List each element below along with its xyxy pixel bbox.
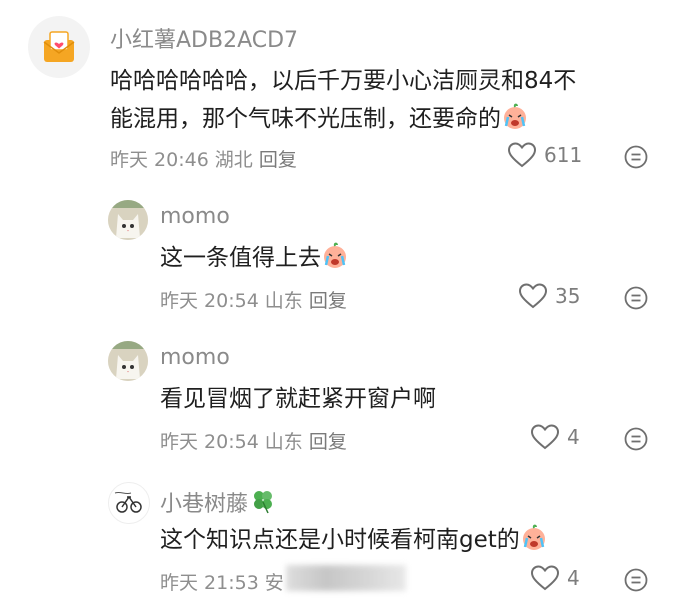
emoji-reaction-icon[interactable] (624, 568, 648, 592)
crying-emoji-icon (504, 103, 526, 129)
reply-button[interactable]: 回复 (259, 149, 297, 171)
like-button[interactable]: 4 (531, 565, 580, 591)
watermark-blur (286, 565, 406, 591)
like-button[interactable]: 35 (519, 283, 580, 309)
avatar[interactable] (108, 200, 148, 240)
clover-icon (254, 491, 273, 514)
like-count: 4 (567, 425, 580, 449)
sketch-avatar-icon (110, 484, 148, 522)
timestamp: 昨天 20:46 (110, 149, 209, 171)
comment-text-line-with-emoji: 能混用，那个气味不光压制，还要命的 (110, 100, 670, 138)
cat-avatar-icon (108, 341, 148, 381)
comment-text-line: 能混用，那个气味不光压制，还要命的 (110, 106, 501, 132)
like-count: 4 (567, 566, 580, 590)
heart-icon (519, 283, 547, 309)
location: 山东 (264, 290, 303, 312)
comment-text-line: 这一条值得上去 (160, 245, 321, 271)
comment-text: 这一条值得上去 (160, 239, 349, 277)
comment-meta: 昨天 20:54 山东 回复 (160, 286, 353, 313)
avatar[interactable] (108, 482, 150, 524)
username[interactable]: momo (160, 204, 230, 229)
comment-text: 哈哈哈哈哈哈，以后千万要小心洁厕灵和84不 能混用，那个气味不光压制，还要命的 (110, 62, 670, 138)
like-button[interactable]: 4 (531, 424, 580, 450)
reply-button[interactable]: 回复 (309, 431, 347, 453)
like-count: 611 (544, 143, 583, 167)
like-count: 35 (555, 284, 581, 308)
emoji-reaction-icon[interactable] (624, 427, 648, 451)
comment-text: 这个知识点还是小时候看柯南get的 (160, 521, 548, 559)
username[interactable]: 小巷树藤 (160, 492, 248, 517)
comment-text-line: 哈哈哈哈哈哈，以后千万要小心洁厕灵和84不 (110, 68, 577, 94)
location: 山东 (264, 431, 303, 453)
timestamp: 昨天 20:54 (160, 290, 259, 312)
heart-icon (531, 565, 559, 591)
heart-icon (531, 424, 559, 450)
username-with-badge[interactable]: 小巷树藤 (160, 486, 276, 518)
username[interactable]: 小红薯ADB2ACD7 (110, 22, 298, 54)
comment-meta: 昨天 20:46 湖北 回复 (110, 145, 303, 172)
timestamp: 昨天 20:54 (160, 431, 259, 453)
comment-meta: 昨天 20:54 山东 回复 (160, 427, 353, 454)
avatar[interactable] (28, 16, 90, 78)
crying-emoji-icon (324, 242, 346, 268)
timestamp: 昨天 21:53 (160, 572, 259, 594)
emoji-reaction-icon[interactable] (624, 145, 648, 169)
location: 安 (264, 572, 284, 594)
location: 湖北 (214, 149, 253, 171)
crying-emoji-icon (522, 524, 545, 550)
reply-button[interactable]: 回复 (309, 290, 347, 312)
mail-heart-icon (43, 31, 75, 62)
comment-text-line: 这个知识点还是小时候看柯南get的 (160, 527, 520, 553)
like-button[interactable]: 611 (508, 142, 582, 168)
cat-avatar-icon (108, 200, 148, 240)
comment-text: 看见冒烟了就赶紧开窗户啊 (160, 386, 436, 412)
comment-meta: 昨天 21:53 安 (160, 568, 290, 595)
emoji-reaction-icon[interactable] (624, 286, 648, 310)
avatar[interactable] (108, 341, 148, 381)
heart-icon (508, 142, 536, 168)
username[interactable]: momo (160, 345, 230, 370)
